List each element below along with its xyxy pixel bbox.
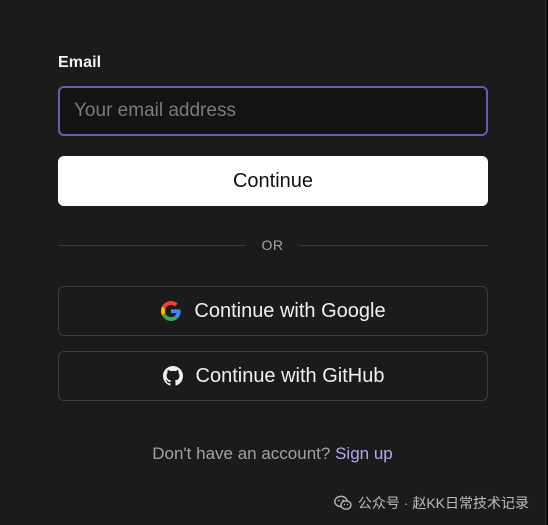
watermark-text: 公众号 · 赵KK日常技术记录 [357, 495, 529, 511]
watermark: 公众号 · 赵KK日常技术记录 [334, 493, 529, 513]
signup-link[interactable]: Sign up [335, 444, 393, 463]
github-signin-label: Continue with GitHub [195, 364, 385, 387]
continue-button[interactable]: Continue [58, 156, 488, 206]
divider-or-label: OR [261, 237, 284, 253]
email-label: Email [58, 54, 102, 71]
google-signin-button[interactable]: Continue with Google [58, 286, 488, 336]
signup-prompt-row: Don't have an account? Sign up [0, 444, 545, 464]
google-signin-label: Continue with Google [194, 299, 386, 322]
email-input[interactable] [58, 86, 488, 136]
divider-line-left [58, 245, 246, 246]
google-icon [160, 300, 182, 322]
signin-card: Email Continue OR Continue with Google C… [0, 0, 546, 525]
github-signin-button[interactable]: Continue with GitHub [58, 351, 488, 401]
signup-prompt-text: Don't have an account? [152, 444, 331, 463]
github-icon [162, 365, 184, 387]
divider-line-right [299, 245, 488, 246]
wechat-icon [334, 495, 352, 511]
